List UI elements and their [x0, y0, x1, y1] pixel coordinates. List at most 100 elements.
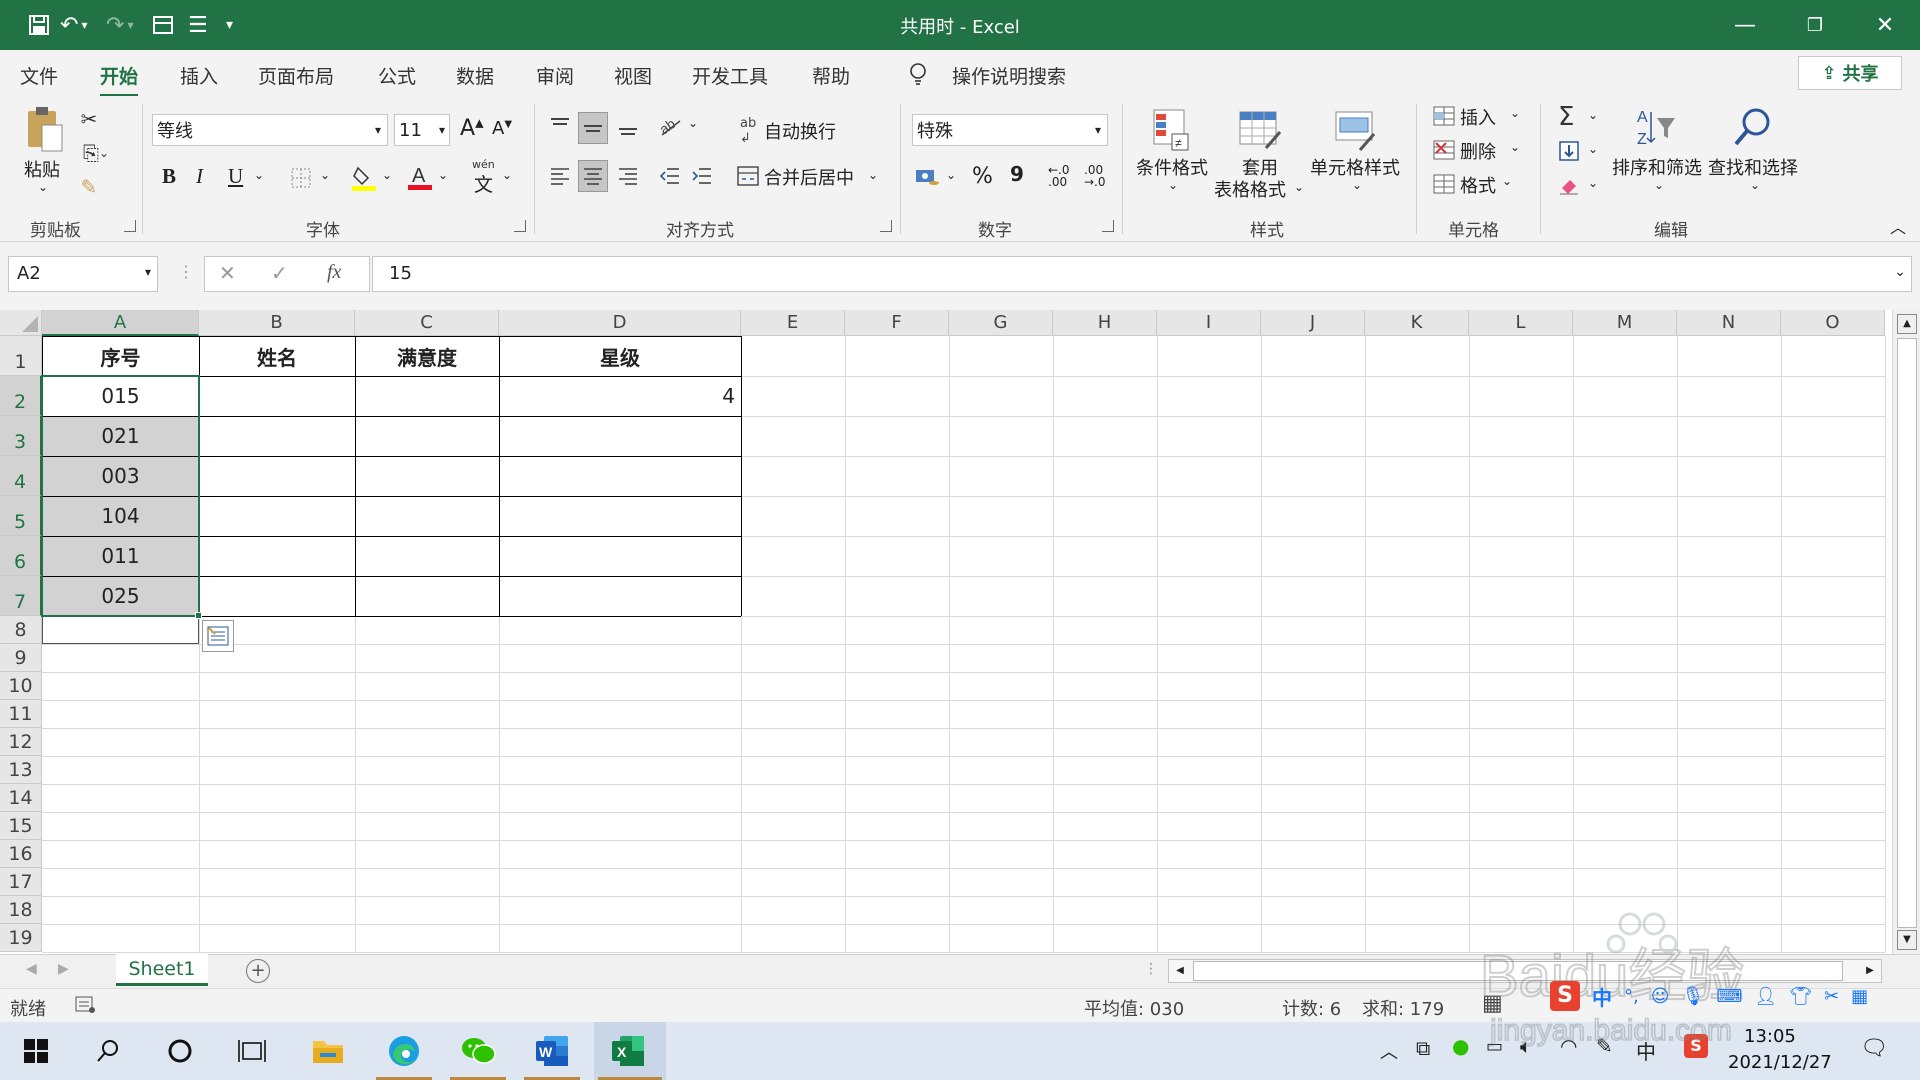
increase-decimal-icon[interactable]: ←.0.00	[1048, 164, 1070, 188]
expand-formula-icon[interactable]: ⌄	[1894, 264, 1906, 280]
task-view-icon[interactable]	[230, 1031, 274, 1071]
row-header-16[interactable]: 16	[0, 840, 42, 868]
clear-icon[interactable]	[1556, 172, 1582, 198]
scroll-thumb[interactable]	[1897, 338, 1917, 928]
edge-browser-icon[interactable]	[382, 1031, 426, 1071]
column-header-e[interactable]: E	[741, 310, 845, 336]
tab-review[interactable]: 审阅	[536, 62, 574, 89]
font-size-select[interactable]: 11 ▾	[394, 114, 450, 146]
delete-cells-button[interactable]: 删除	[1460, 138, 1496, 164]
column-header-k[interactable]: K	[1365, 310, 1469, 336]
increase-indent-icon[interactable]	[688, 162, 716, 190]
search-icon[interactable]	[86, 1031, 130, 1071]
tools-icon[interactable]: ✂	[1824, 986, 1839, 1007]
column-header-l[interactable]: L	[1469, 310, 1573, 336]
next-sheet-icon[interactable]: ▶	[58, 961, 69, 977]
orientation-icon[interactable]: ab	[656, 112, 686, 140]
format-cells-icon[interactable]	[1432, 172, 1456, 196]
keyboard-icon[interactable]: ⌨	[1716, 986, 1742, 1007]
font-name-select[interactable]: 等线 ▾	[152, 114, 388, 146]
column-header-a[interactable]: A	[42, 310, 199, 336]
row-header-11[interactable]: 11	[0, 700, 42, 728]
close-button[interactable]: ✕	[1850, 0, 1920, 50]
fill-handle[interactable]	[195, 612, 202, 619]
cancel-icon[interactable]: ✕	[219, 261, 236, 285]
insert-cells-button[interactable]: 插入	[1460, 104, 1496, 130]
chevron-down-icon[interactable]: ⌄	[1510, 106, 1520, 120]
column-header-o[interactable]: O	[1781, 310, 1885, 336]
merge-center-icon[interactable]	[736, 164, 760, 188]
row-header-10[interactable]: 10	[0, 672, 42, 700]
row-header-18[interactable]: 18	[0, 896, 42, 924]
scroll-down-icon[interactable]: ▼	[1897, 930, 1917, 950]
merge-center-button[interactable]: 合并后居中	[764, 164, 854, 190]
chevron-down-icon[interactable]: ⌄	[868, 168, 878, 182]
row-header-15[interactable]: 15	[0, 812, 42, 840]
scroll-left-icon[interactable]: ◀	[1169, 960, 1191, 982]
align-right-icon[interactable]	[614, 162, 642, 190]
row-header-2[interactable]: 2	[0, 376, 42, 416]
align-center-icon[interactable]	[578, 160, 608, 192]
row-header-4[interactable]: 4	[0, 456, 42, 496]
align-left-icon[interactable]	[546, 162, 574, 190]
align-bottom-icon[interactable]	[614, 112, 642, 140]
column-header-i[interactable]: I	[1157, 310, 1261, 336]
chevron-down-icon[interactable]: ⌄	[1588, 176, 1598, 190]
tab-file[interactable]: 文件	[20, 62, 58, 89]
cortana-icon[interactable]	[158, 1031, 202, 1071]
chevron-down-icon[interactable]: ⌄	[1502, 174, 1512, 188]
prev-sheet-icon[interactable]: ◀	[26, 961, 37, 977]
wrap-text-icon[interactable]: ab ↲	[740, 116, 756, 146]
clipboard-launcher-icon[interactable]	[124, 220, 136, 232]
borders-icon[interactable]	[286, 164, 316, 192]
chevron-down-icon[interactable]: ⌄	[1588, 108, 1598, 122]
column-header-b[interactable]: B	[199, 310, 355, 336]
italic-button[interactable]: I	[196, 164, 203, 189]
row-header-5[interactable]: 5	[0, 496, 42, 536]
alignment-launcher-icon[interactable]	[880, 220, 892, 232]
header-cell[interactable]: 姓名	[199, 336, 355, 376]
formula-input[interactable]: 15	[372, 256, 1912, 292]
cell-d2[interactable]: 4	[499, 376, 735, 416]
sort-filter-button[interactable]: 排序和筛选	[1612, 154, 1702, 180]
cell-styles-icon[interactable]	[1332, 106, 1380, 156]
row-header-19[interactable]: 19	[0, 924, 42, 952]
chevron-down-icon[interactable]: ⌄	[1168, 178, 1178, 192]
word-icon[interactable]: W	[530, 1031, 574, 1071]
ime-mode-chinese[interactable]: 中	[1592, 982, 1612, 1011]
row-header-6[interactable]: 6	[0, 536, 42, 576]
conditional-formatting-button[interactable]: 条件格式	[1136, 154, 1208, 180]
header-cell[interactable]: 序号	[42, 336, 199, 376]
underline-button[interactable]: U	[228, 164, 243, 189]
split-handle-icon[interactable]: ⋮	[1144, 961, 1158, 977]
notifications-icon[interactable]: 🗨︎	[1860, 1036, 1888, 1061]
paste-dropdown-icon[interactable]: ⌄	[38, 180, 48, 194]
tab-help[interactable]: 帮助	[812, 62, 850, 89]
row-header-13[interactable]: 13	[0, 756, 42, 784]
wechat-icon[interactable]	[456, 1031, 500, 1071]
row-header-17[interactable]: 17	[0, 868, 42, 896]
user-icon[interactable]: 👤︎	[1754, 986, 1777, 1007]
paste-icon[interactable]	[20, 104, 68, 154]
column-header-d[interactable]: D	[499, 310, 741, 336]
sort-filter-icon[interactable]: AZ	[1634, 104, 1678, 152]
font-color-icon[interactable]: A	[406, 160, 434, 194]
menu-grid-icon[interactable]: ▦	[1851, 986, 1868, 1007]
find-select-icon[interactable]	[1730, 104, 1774, 152]
chevron-down-icon[interactable]: ⌄	[1510, 140, 1520, 154]
tab-page-layout[interactable]: 页面布局	[258, 62, 334, 89]
emoji-icon[interactable]: ☺	[1651, 986, 1670, 1007]
worksheet-grid[interactable]: ABCDEFGHIJKLMNO 1 2 3 4 5 6 7 8 9 10 11 12 13 14 15 16 1…	[0, 310, 1892, 954]
header-cell[interactable]: 满意度	[355, 336, 499, 376]
punctuation-icon[interactable]: °,	[1624, 986, 1639, 1007]
voice-icon[interactable]: 🎙︎	[1682, 986, 1705, 1007]
vertical-scrollbar[interactable]: ▲ ▼	[1892, 310, 1920, 954]
percent-style-button[interactable]: %	[972, 164, 993, 189]
format-cells-button[interactable]: 格式	[1460, 172, 1496, 198]
restore-button[interactable]: ❐	[1780, 0, 1850, 50]
tray-app-icon[interactable]: ⧉	[1416, 1036, 1430, 1060]
tab-home[interactable]: 开始	[100, 62, 139, 97]
clock-date[interactable]: 2021/12/27	[1728, 1052, 1832, 1073]
column-header-c[interactable]: C	[355, 310, 499, 336]
tab-data[interactable]: 数据	[456, 62, 494, 89]
